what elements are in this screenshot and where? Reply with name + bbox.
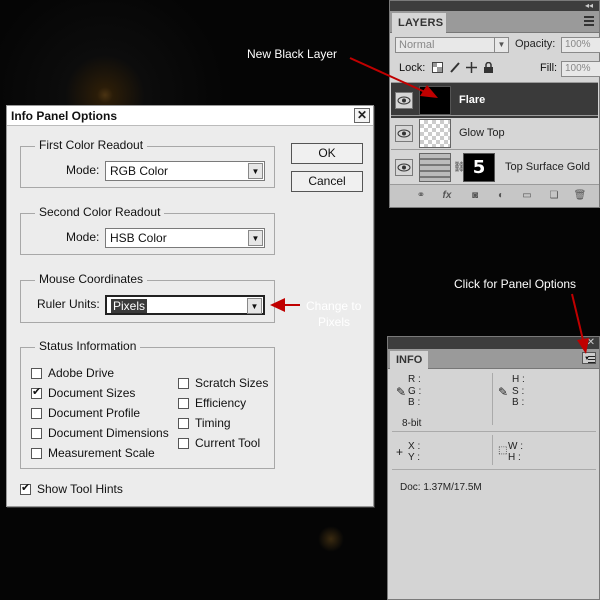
arrow-to-panel-options — [571, 293, 584, 341]
arrow-to-flare — [349, 57, 426, 93]
annotation-arrows — [270, 57, 589, 354]
arrow-head — [577, 338, 589, 354]
arrow-head — [270, 298, 285, 312]
